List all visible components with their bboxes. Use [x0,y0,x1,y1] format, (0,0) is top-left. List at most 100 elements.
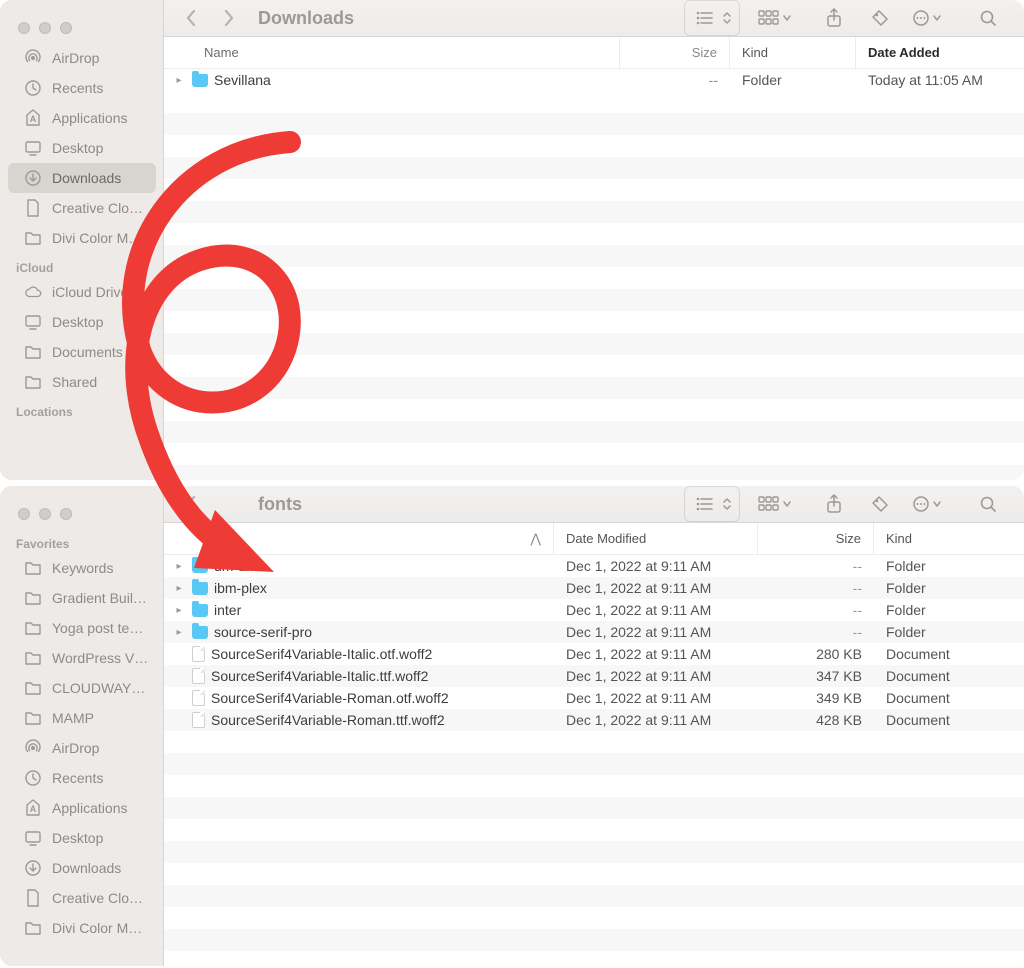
file-modified: Dec 1, 2022 at 9:11 AM [554,555,758,577]
col-name[interactable]: Name [164,37,620,68]
folder-icon [24,229,42,247]
disclosure-triangle-icon[interactable]: ▸ [172,605,186,616]
col-size[interactable]: Size [620,37,730,68]
sort-asc-icon: ⋀ [530,531,541,547]
clock-icon [24,79,42,97]
view-list-button[interactable] [684,486,740,522]
sidebar-item-iclouddrive[interactable]: iCloud Drive [8,277,156,307]
sidebar-item-cloudway[interactable]: CLOUDWAY… [8,673,156,703]
sidebar-item-shared[interactable]: Shared [8,367,156,397]
tag-button[interactable] [866,490,894,518]
disclosure-triangle-icon[interactable]: ▸ [172,583,186,594]
file-name: inter [214,602,241,618]
table-row[interactable]: ▸ dm-sans Dec 1, 2022 at 9:11 AM -- Fold… [164,555,1024,577]
file-kind: Folder [730,69,856,91]
sidebar-item-applications[interactable]: A Applications [8,103,156,133]
sidebar-item-gradientbuil[interactable]: Gradient Buil… [8,583,156,613]
folder-icon [24,373,42,391]
sidebar-item-desktop[interactable]: Desktop [8,133,156,163]
tag-button[interactable] [866,4,894,32]
table-row[interactable]: ▸ Sevillana -- Folder Today at 11:05 AM [164,69,1024,91]
sidebar-item-desktop[interactable]: Desktop [8,823,156,853]
sidebar-item-label: Gradient Buil… [52,590,147,606]
minimize-dot[interactable] [39,22,51,34]
window-title: fonts [258,494,302,515]
col-kind[interactable]: Kind [730,37,856,68]
sidebar-item-creativeclo[interactable]: Creative Clo… [8,193,156,223]
sidebar-item-documents[interactable]: Documents [8,337,156,367]
file-icon [192,668,205,684]
disclosure-triangle-icon[interactable]: ▸ [172,561,186,572]
zoom-dot[interactable] [60,22,72,34]
sidebar-item-recents[interactable]: Recents [8,763,156,793]
sidebar-item-downloads[interactable]: Downloads [8,163,156,193]
action-button[interactable] [912,490,956,518]
file-modified: Dec 1, 2022 at 9:11 AM [554,687,758,709]
search-button[interactable] [974,4,1002,32]
section-icloud: iCloud [0,253,164,277]
file-name: SourceSerif4Variable-Roman.ttf.woff2 [211,712,445,728]
table-row[interactable]: ▸ ibm-plex Dec 1, 2022 at 9:11 AM -- Fol… [164,577,1024,599]
col-date-modified[interactable]: Date Modified [554,523,758,554]
close-dot[interactable] [18,508,30,520]
table-row[interactable]: ▸ inter Dec 1, 2022 at 9:11 AM -- Folder [164,599,1024,621]
disclosure-triangle-icon[interactable]: ▸ [172,75,186,86]
sidebar-item-label: Downloads [52,170,121,186]
view-list-button[interactable] [684,0,740,36]
table-row[interactable]: SourceSerif4Variable-Roman.ttf.woff2 Dec… [164,709,1024,731]
col-date-added[interactable]: Date Added [856,37,1024,68]
desktop-icon [24,829,42,847]
group-button[interactable] [758,4,802,32]
sidebar-item-label: Applications [52,110,128,126]
sidebar-item-yogapostte[interactable]: Yoga post te… [8,613,156,643]
back-button[interactable] [178,489,204,519]
file-modified: Dec 1, 2022 at 9:11 AM [554,665,758,687]
sidebar-item-airdrop[interactable]: AirDrop [8,43,156,73]
sidebar-item-divicolorm[interactable]: Divi Color M… [8,223,156,253]
folder-icon [24,649,42,667]
sidebar-item-label: iCloud Drive [52,284,128,300]
sidebar-item-label: Documents [52,344,123,360]
table-row[interactable]: SourceSerif4Variable-Italic.ttf.woff2 De… [164,665,1024,687]
file-modified: Dec 1, 2022 at 9:11 AM [554,643,758,665]
desktop-icon [24,139,42,157]
col-name[interactable]: Name⋀ [164,523,554,554]
sidebar-item-downloads[interactable]: Downloads [8,853,156,883]
close-dot[interactable] [18,22,30,34]
minimize-dot[interactable] [39,508,51,520]
sidebar-item-wordpressv[interactable]: WordPress V… [8,643,156,673]
sidebar-item-divicolorm[interactable]: Divi Color M… [8,913,156,943]
group-button[interactable] [758,490,802,518]
search-button[interactable] [974,490,1002,518]
sidebar-item-label: AirDrop [52,740,99,756]
zoom-dot[interactable] [60,508,72,520]
forward-button[interactable] [216,3,242,33]
table-row[interactable]: ▸ source-serif-pro Dec 1, 2022 at 9:11 A… [164,621,1024,643]
file-size: -- [758,555,874,577]
sidebar-item-label: Divi Color M… [52,230,142,246]
col-size[interactable]: Size [758,523,874,554]
file-kind: Folder [874,621,1024,643]
back-button[interactable] [178,3,204,33]
rows[interactable]: ▸ dm-sans Dec 1, 2022 at 9:11 AM -- Fold… [164,555,1024,966]
share-button[interactable] [820,4,848,32]
file-size: 347 KB [758,665,874,687]
sidebar-item-airdrop[interactable]: AirDrop [8,733,156,763]
action-button[interactable] [912,4,956,32]
rows[interactable]: ▸ Sevillana -- Folder Today at 11:05 AM [164,69,1024,480]
share-button[interactable] [820,490,848,518]
apps-icon: A [24,799,42,817]
col-kind[interactable]: Kind [874,523,1024,554]
folder-icon [24,919,42,937]
sidebar-item-label: Creative Clo… [52,200,143,216]
sidebar-item-recents[interactable]: Recents [8,73,156,103]
table-row[interactable]: SourceSerif4Variable-Roman.otf.woff2 Dec… [164,687,1024,709]
sidebar-item-applications[interactable]: A Applications [8,793,156,823]
table-row[interactable]: SourceSerif4Variable-Italic.otf.woff2 De… [164,643,1024,665]
sidebar-item-keywords[interactable]: Keywords [8,553,156,583]
sidebar-item-creativeclo[interactable]: Creative Clo… [8,883,156,913]
sidebar-item-mamp[interactable]: MAMP [8,703,156,733]
sidebar-item-desktop[interactable]: Desktop [8,307,156,337]
window-title: Downloads [258,8,354,29]
disclosure-triangle-icon[interactable]: ▸ [172,627,186,638]
